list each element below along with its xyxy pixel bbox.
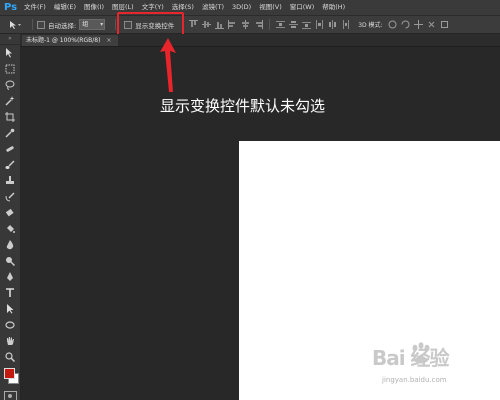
crop-tool[interactable] <box>0 109 20 125</box>
close-icon[interactable]: × <box>106 37 111 44</box>
type-icon <box>6 288 14 297</box>
align-right-icon[interactable] <box>254 20 264 29</box>
hand-tool[interactable] <box>0 333 20 349</box>
color-swatches <box>0 365 20 387</box>
menu-help[interactable]: 帮助(H) <box>322 0 345 15</box>
path-select-tool[interactable] <box>0 301 20 317</box>
tool-preset-picker[interactable] <box>2 18 28 31</box>
eyedropper-icon <box>5 128 15 138</box>
pen-icon <box>7 272 13 281</box>
tools-panel: » <box>0 34 21 400</box>
magnifier-icon <box>5 352 15 362</box>
blur-tool[interactable] <box>0 237 20 253</box>
3d-scale-icon[interactable] <box>440 20 449 29</box>
marquee-tool[interactable] <box>0 61 20 77</box>
ellipse-icon <box>5 321 15 329</box>
droplet-icon <box>6 240 14 250</box>
distribute-left-icon[interactable] <box>315 20 324 29</box>
3d-mode-group <box>386 20 451 29</box>
hand-icon <box>7 337 14 345</box>
crop-icon <box>5 112 15 122</box>
menu-edit[interactable]: 编辑(E) <box>54 0 76 15</box>
quick-mask-button[interactable] <box>3 391 17 400</box>
type-tool[interactable] <box>0 285 20 301</box>
auto-select-dropdown[interactable]: 组 <box>79 19 106 30</box>
brush-tool[interactable] <box>0 157 20 173</box>
menu-window[interactable]: 窗口(W) <box>290 0 315 15</box>
menu-file[interactable]: 文件(F) <box>24 0 46 15</box>
paint-bucket-tool[interactable] <box>0 221 20 237</box>
stamp-icon <box>6 176 14 184</box>
distribute-right-icon[interactable] <box>341 20 350 29</box>
distribute-top-icon[interactable] <box>276 20 286 29</box>
path-arrow-icon <box>7 304 14 314</box>
arrow-annotation <box>160 38 176 92</box>
separator <box>32 19 33 30</box>
document-tab-title: 未标题-1 @ 100%(RGB/8) <box>26 37 101 44</box>
align-hcenter-icon[interactable] <box>241 20 250 29</box>
3d-rotate-icon[interactable] <box>388 20 397 29</box>
watermark: Bai 经验 jingyan.baidu.com <box>372 342 497 392</box>
quick-select-tool[interactable] <box>0 93 20 109</box>
mask-circle-icon <box>8 394 12 398</box>
move-icon <box>6 48 12 58</box>
3d-roll-icon[interactable] <box>401 20 410 29</box>
brush-icon <box>5 160 15 169</box>
menu-filter[interactable]: 滤镜(T) <box>202 0 224 15</box>
document-tab[interactable]: 未标题-1 @ 100%(RGB/8) × <box>22 35 118 46</box>
foreground-color-swatch[interactable] <box>4 368 15 379</box>
lasso-icon <box>5 80 15 90</box>
align-group <box>187 19 352 30</box>
auto-select-label: 自动选择: <box>48 21 77 30</box>
distribute-vcenter-icon[interactable] <box>289 20 299 29</box>
align-left-icon[interactable] <box>228 20 237 29</box>
eraser-icon <box>5 208 14 217</box>
pen-tool[interactable] <box>0 269 20 285</box>
collapse-toggle[interactable]: » <box>0 34 20 45</box>
annotation-text: 显示变换控件默认未勾选 <box>160 97 326 115</box>
menu-view[interactable]: 视图(V) <box>259 0 282 15</box>
eraser-tool[interactable] <box>0 205 20 221</box>
lasso-tool[interactable] <box>0 77 20 93</box>
history-brush-icon <box>5 192 15 202</box>
menu-image[interactable]: 图像(I) <box>84 0 104 15</box>
3d-pan-icon[interactable] <box>413 20 423 29</box>
watermark-url: jingyan.baidu.com <box>382 376 447 384</box>
app-logo: Ps <box>3 2 18 13</box>
clone-stamp-tool[interactable] <box>0 173 20 189</box>
align-bottom-icon[interactable] <box>215 20 225 29</box>
wand-icon <box>5 96 15 106</box>
eyedropper-tool[interactable] <box>0 125 20 141</box>
document-tab-bar: 未标题-1 @ 100%(RGB/8) × <box>20 34 500 47</box>
bucket-icon <box>7 225 15 233</box>
healing-tool[interactable] <box>0 141 20 157</box>
3d-mode-label: 3D 模式: <box>358 22 383 29</box>
align-vcenter-icon[interactable] <box>202 20 212 29</box>
dodge-icon <box>6 257 15 266</box>
history-brush-tool[interactable] <box>0 189 20 205</box>
menu-bar: Ps 文件(F) 编辑(E) 图像(I) 图层(L) 文字(Y) 选择(S) 滤… <box>0 0 500 16</box>
move-tool[interactable] <box>0 45 20 61</box>
separator <box>269 19 271 30</box>
move-tool-icon <box>10 20 21 29</box>
photoshop-window: Ps 文件(F) 编辑(E) 图像(I) 图层(L) 文字(Y) 选择(S) 滤… <box>0 0 500 400</box>
bandage-icon <box>6 146 14 152</box>
highlight-box <box>117 12 184 36</box>
distribute-hcenter-icon[interactable] <box>328 20 337 29</box>
shape-tool[interactable] <box>0 317 20 333</box>
distribute-bottom-icon[interactable] <box>302 20 312 29</box>
options-bar: 自动选择: 组 显示变换控件 3D 模式: <box>0 16 500 34</box>
align-top-icon[interactable] <box>189 20 199 29</box>
zoom-tool[interactable] <box>0 349 20 365</box>
watermark-brand: Bai 经验 <box>372 346 450 370</box>
marquee-icon <box>5 64 15 74</box>
menu-3d[interactable]: 3D(D) <box>232 0 251 15</box>
auto-select-checkbox[interactable] <box>37 20 45 29</box>
3d-slide-icon[interactable] <box>427 20 436 29</box>
dodge-tool[interactable] <box>0 253 20 269</box>
